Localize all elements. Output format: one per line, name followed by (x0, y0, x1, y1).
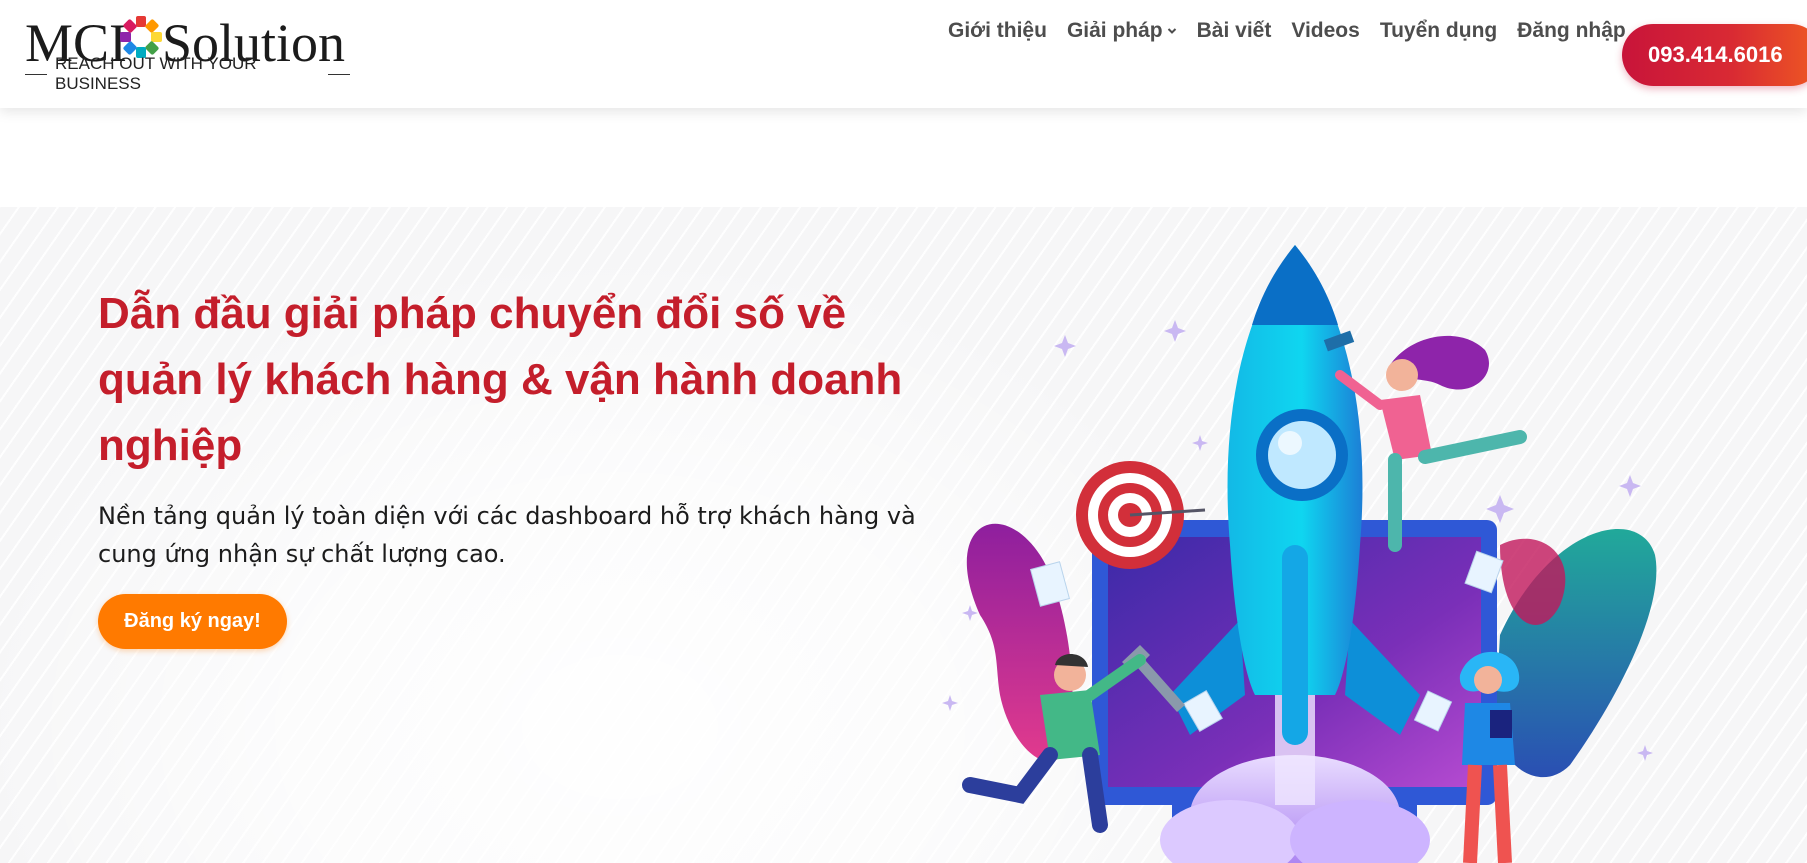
rocket-launch-illustration (942, 245, 1657, 863)
site-logo[interactable]: MCI Solution REACH OUT WITH YOUR BUSINES… (25, 8, 355, 93)
phone-call-button[interactable]: 093.414.6016 (1622, 24, 1807, 86)
logo-tagline: REACH OUT WITH YOUR BUSINESS (25, 54, 350, 93)
tagline-text: REACH OUT WITH YOUR BUSINESS (55, 54, 257, 93)
chevron-down-icon (1167, 28, 1176, 34)
tagline-dash-right (328, 73, 350, 75)
main-nav: Giới thiệu Giải pháp Bài viết Videos Tuy… (948, 18, 1626, 44)
nav-item-gioi-thieu[interactable]: Giới thiệu (948, 18, 1047, 44)
site-header: MCI Solution REACH OUT WITH YOUR BUSINES… (0, 0, 1807, 108)
nav-item-giai-phap-label: Giải pháp (1066, 19, 1163, 42)
woman-tablet (1459, 651, 1520, 863)
nav-item-videos[interactable]: Videos (1291, 18, 1359, 44)
nav-item-giai-phap[interactable]: Giải pháp (1067, 18, 1177, 44)
tagline-dash-left (25, 73, 47, 75)
register-now-button[interactable]: Đăng ký ngay! (98, 594, 287, 649)
hero-title: Dẫn đầu giải pháp chuyển đổi số về quản … (98, 289, 903, 470)
nav-item-dang-nhap[interactable]: Đăng nhập (1517, 18, 1626, 44)
nav-item-tuyen-dung[interactable]: Tuyển dụng (1380, 18, 1497, 44)
rocket (1170, 245, 1420, 745)
nav-item-bai-viet[interactable]: Bài viết (1197, 18, 1272, 44)
hero-subtitle: Nền tảng quản lý toàn diện với các dashb… (98, 502, 916, 568)
